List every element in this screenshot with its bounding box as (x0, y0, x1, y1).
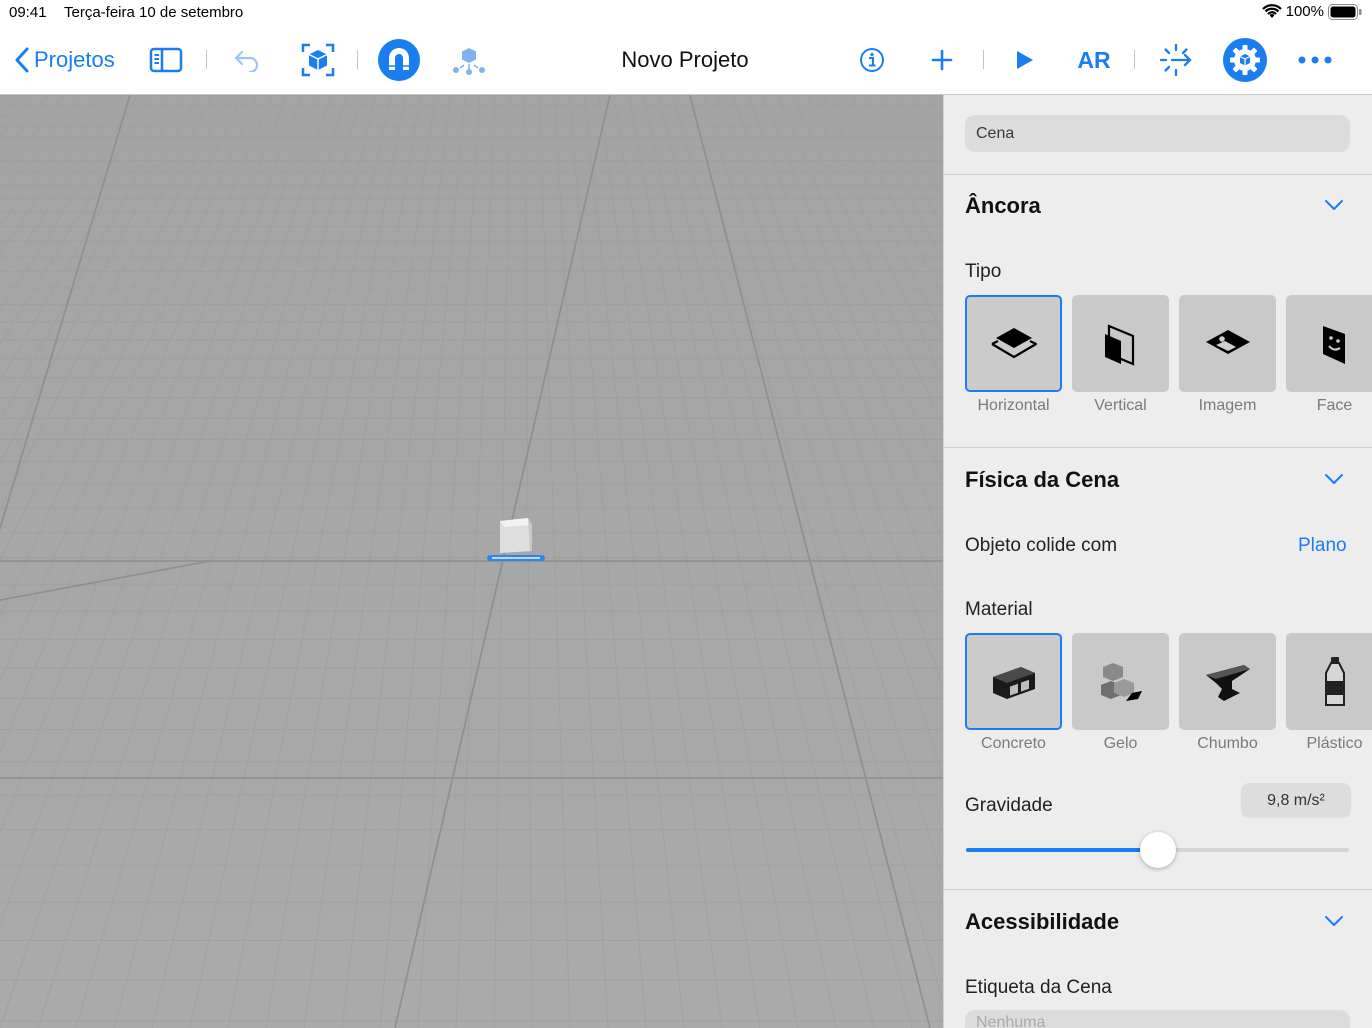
anchor-type-horizontal-label: Horizontal (977, 397, 1050, 414)
transform-icon (1159, 43, 1192, 77)
undo-button[interactable] (230, 26, 264, 94)
material-lead[interactable] (1179, 633, 1276, 730)
anchor-type-image-label: Imagem (1198, 397, 1257, 414)
material-label: Material (965, 599, 1033, 620)
properties-gear-icon (1223, 38, 1267, 82)
anchor-type-vertical[interactable] (1072, 295, 1169, 392)
scene-objects-icon (453, 48, 485, 75)
back-button[interactable]: Projetos (14, 26, 115, 94)
scene-label-title: Etiqueta da Cena (965, 977, 1112, 998)
info-button[interactable] (856, 26, 888, 94)
collide-label: Objeto colide com (965, 535, 1118, 556)
toolbar-separator (206, 50, 207, 69)
anchor-section-title: Âncora (965, 193, 1041, 218)
anchor-type-label: Tipo (965, 261, 1002, 282)
more-button[interactable] (1294, 26, 1336, 94)
gravity-slider[interactable] (966, 832, 1349, 868)
status-time: 09:41 (9, 4, 47, 21)
vertical-plane-icon (1104, 323, 1134, 366)
sidebar-icon (149, 47, 183, 73)
anchor-type-image[interactable] (1179, 295, 1276, 392)
add-icon (931, 49, 953, 71)
play-icon (1017, 51, 1033, 69)
anchor-type-face[interactable] (1286, 295, 1372, 392)
battery-icon (1328, 3, 1362, 20)
anchor-type-face-label: Face (1316, 397, 1353, 414)
toolbar-separator (983, 50, 984, 69)
inspector-panel: Cena Âncora Tipo Horizontal Vertical Ima… (943, 95, 1372, 1028)
status-bar: 09:41 Terça-feira 10 de setembro 100% (0, 0, 1372, 26)
divider (944, 889, 1372, 890)
object-box-button[interactable] (298, 26, 338, 94)
anvil-icon (1205, 664, 1250, 701)
accessibility-section-title: Acessibilidade (965, 909, 1120, 934)
chevron-down-icon[interactable] (1322, 467, 1346, 491)
undo-icon (234, 50, 259, 72)
object-box-icon (301, 43, 335, 77)
divider (944, 447, 1372, 448)
transform-button[interactable] (1156, 26, 1196, 94)
floor-grid (0, 95, 943, 1028)
image-anchor-icon (1205, 329, 1250, 354)
material-concrete-label: Concreto (981, 735, 1046, 752)
page-title: Novo Projeto (621, 47, 749, 72)
sidebar-toggle-button[interactable] (148, 26, 184, 94)
more-icon (1298, 56, 1332, 64)
chevron-down-icon[interactable] (1322, 193, 1346, 217)
physics-section-title: Física da Cena (965, 467, 1120, 492)
face-anchor-icon (1322, 325, 1345, 364)
chevron-left-icon (15, 47, 29, 73)
play-button[interactable] (1008, 26, 1040, 94)
wifi-icon (1261, 3, 1282, 18)
info-icon (860, 48, 884, 72)
material-plastic-label: Plástico (1306, 735, 1363, 752)
anchor-type-horizontal[interactable] (965, 295, 1062, 392)
material-lead-label: Chumbo (1197, 735, 1258, 752)
toolbar: Projetos Novo Projeto AR (0, 26, 1372, 95)
concrete-block-icon (992, 666, 1035, 699)
status-date: Terça-feira 10 de setembro (64, 4, 244, 21)
divider (944, 174, 1372, 175)
collide-value-link[interactable]: Plano (1298, 535, 1347, 557)
plastic-bottle-icon (1324, 656, 1345, 706)
material-ice-label: Gelo (1103, 735, 1138, 752)
snap-magnet-button[interactable] (376, 26, 422, 94)
ar-button[interactable]: AR (1072, 26, 1116, 94)
gravity-value[interactable]: 9,8 m/s² (1241, 783, 1351, 818)
properties-button[interactable] (1221, 26, 1269, 94)
snap-magnet-icon (378, 39, 420, 81)
horizontal-plane-icon (990, 327, 1037, 358)
scene-objects-button[interactable] (450, 26, 488, 94)
scene-name-field[interactable]: Cena (965, 115, 1350, 152)
toolbar-separator (357, 50, 358, 69)
scene-label-field[interactable]: Nenhuma (965, 1010, 1350, 1028)
cube-object[interactable] (484, 513, 548, 565)
status-right: 100% (1261, 3, 1362, 20)
toolbar-separator (1134, 50, 1135, 69)
chevron-down-icon[interactable] (1322, 909, 1346, 933)
material-concrete[interactable] (965, 633, 1062, 730)
back-label: Projetos (34, 47, 115, 72)
gravity-label: Gravidade (965, 795, 1053, 816)
ice-cubes-icon (1100, 662, 1142, 701)
material-ice[interactable] (1072, 633, 1169, 730)
add-button[interactable] (926, 26, 958, 94)
material-plastic[interactable] (1286, 633, 1372, 730)
battery-percent: 100% (1285, 3, 1324, 20)
anchor-type-vertical-label: Vertical (1094, 397, 1147, 414)
gravity-slider-thumb[interactable] (1139, 832, 1176, 868)
gravity-slider-fill (966, 848, 1158, 852)
scene-viewport[interactable] (0, 95, 943, 1028)
